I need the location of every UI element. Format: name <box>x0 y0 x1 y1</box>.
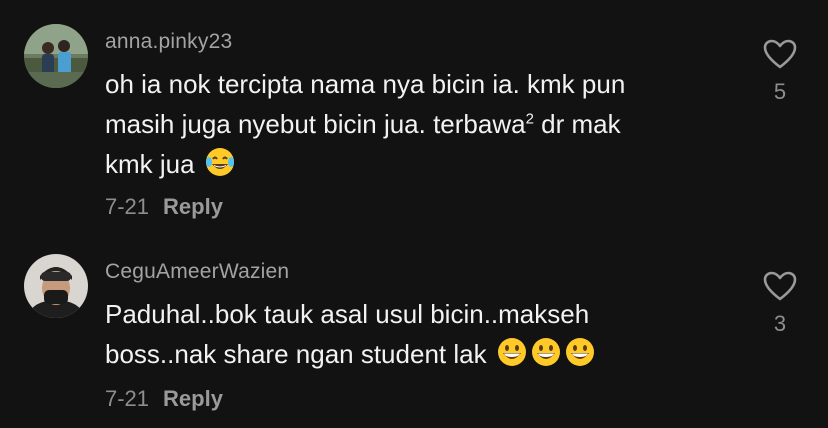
comment-date: 7-21 <box>105 386 150 411</box>
comment-username[interactable]: CeguAmeerWazien <box>105 260 289 284</box>
like-button[interactable]: 5 <box>760 38 800 105</box>
comment-meta: 7-21 Reply <box>105 386 223 412</box>
comment-line: kmk jua <box>105 144 745 189</box>
face-with-tears-of-joy-emoji <box>204 146 236 189</box>
grinning-face-emoji <box>530 336 562 379</box>
heart-icon <box>763 39 797 69</box>
avatar-photo <box>24 24 88 88</box>
comment-line: Paduhal..bok tauk asal usul bicin..makse… <box>105 299 590 329</box>
comment-line-part: boss..nak share ngan student lak <box>105 339 487 369</box>
comment-line-part: masih juga nyebut bicin jua. terbawa <box>105 109 526 139</box>
comment-text: Paduhal..bok tauk asal usul bicin..makse… <box>105 294 745 379</box>
like-button[interactable]: 3 <box>760 270 800 337</box>
grinning-face-emoji <box>564 336 596 379</box>
comment-line: boss..nak share ngan student lak <box>105 334 745 379</box>
like-count: 3 <box>773 311 787 336</box>
comment-line-part: kmk jua <box>105 149 195 179</box>
superscript: 2 <box>525 110 534 128</box>
like-count: 5 <box>773 79 787 104</box>
comment-meta: 7-21 Reply <box>105 194 223 220</box>
avatar-photo <box>24 254 88 318</box>
heart-icon <box>763 271 797 301</box>
avatar[interactable] <box>24 24 88 88</box>
comment-line-part: dr mak <box>533 109 621 139</box>
comment-line: oh ia nok tercipta nama nya bicin ia. km… <box>105 69 626 99</box>
comment-date: 7-21 <box>105 194 150 219</box>
grinning-face-emoji <box>496 336 528 379</box>
avatar[interactable] <box>24 254 88 318</box>
comment-line: masih juga nyebut bicin jua. terbawa2 dr… <box>105 104 745 144</box>
comment-text: oh ia nok tercipta nama nya bicin ia. km… <box>105 64 745 189</box>
comment-username[interactable]: anna.pinky23 <box>105 30 232 54</box>
reply-button[interactable]: Reply <box>163 386 223 411</box>
reply-button[interactable]: Reply <box>163 194 223 219</box>
